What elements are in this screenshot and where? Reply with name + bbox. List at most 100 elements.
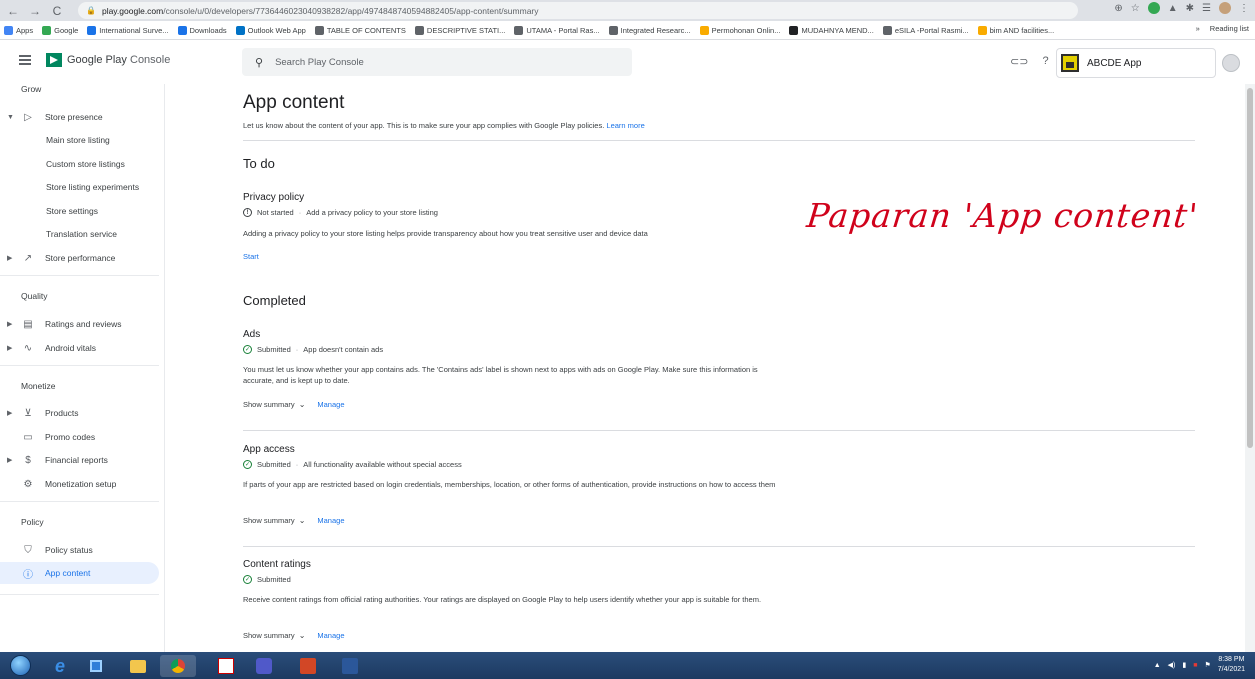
extension-icon[interactable]: ▲ bbox=[1168, 3, 1178, 14]
word-icon[interactable] bbox=[332, 655, 368, 677]
caret-right-icon: ▶ bbox=[7, 410, 13, 417]
bookmark-item[interactable]: Permohonan Onlin... bbox=[699, 25, 780, 35]
manage-link[interactable]: Manage bbox=[317, 631, 344, 640]
sidebar-item-app-content[interactable]: ⓘ App content bbox=[0, 562, 159, 584]
section-grow: Grow bbox=[21, 84, 42, 94]
app-access-actions: Show summary ⌄ Manage bbox=[243, 516, 345, 525]
chevron-down-icon[interactable]: ⌄ bbox=[299, 400, 306, 409]
zoom-icon[interactable]: ⊕ bbox=[1114, 3, 1122, 14]
avatar[interactable] bbox=[1222, 54, 1240, 72]
sidebar-item-store-settings[interactable]: Store settings bbox=[0, 200, 159, 222]
bookmarks-more[interactable]: » bbox=[1196, 24, 1200, 33]
system-tray: ▲ ◀) ▮ ■ ⚑ 8:38 PM 7/4/2021 bbox=[1154, 655, 1245, 675]
sidebar-item-promo-codes[interactable]: ▭ Promo codes bbox=[0, 426, 159, 448]
bookmark-item[interactable]: Outlook Web App bbox=[235, 25, 306, 35]
ie-icon[interactable]: e bbox=[42, 655, 78, 677]
bookmark-item[interactable]: Downloads bbox=[177, 25, 227, 35]
bookmark-icon bbox=[789, 25, 799, 35]
show-summary-button[interactable]: Show summary bbox=[243, 516, 295, 525]
hamburger-menu-icon[interactable] bbox=[19, 55, 31, 65]
chrome-icon[interactable] bbox=[160, 655, 196, 677]
sidebar-item-monetization-setup[interactable]: ⚙ Monetization setup bbox=[0, 473, 159, 495]
scrollbar[interactable] bbox=[1245, 84, 1255, 652]
teams-icon[interactable] bbox=[246, 655, 282, 677]
bookmark-item[interactable]: Integrated Researc... bbox=[608, 25, 691, 35]
page-intro: Let us know about the content of your ap… bbox=[243, 121, 645, 130]
bookmark-item[interactable]: UTAMA - Portal Ras... bbox=[514, 25, 600, 35]
console-title[interactable]: Google Play Console bbox=[67, 54, 170, 66]
help-icon[interactable]: ? bbox=[1042, 55, 1048, 68]
windows-start-icon[interactable] bbox=[10, 655, 31, 676]
grammarly-icon[interactable] bbox=[1147, 2, 1160, 14]
powerpoint-icon[interactable] bbox=[290, 655, 326, 677]
sidebar-item-store-performance[interactable]: ▶ ↗ Store performance bbox=[0, 247, 159, 269]
learn-more-link[interactable]: Learn more bbox=[606, 121, 644, 130]
forward-icon[interactable]: → bbox=[26, 2, 44, 20]
app-access-title: App access bbox=[243, 444, 295, 455]
sidebar-item-label: Products bbox=[45, 408, 79, 418]
bookmark-item[interactable]: International Surve... bbox=[87, 25, 169, 35]
bookmark-item[interactable]: eSILA -Portal Rasmi... bbox=[882, 25, 969, 35]
puzzle-icon[interactable]: ✱ bbox=[1186, 3, 1194, 14]
kebab-menu-icon[interactable]: ⋮ bbox=[1239, 3, 1249, 14]
browser-extensions: ⊕ ☆ ▲ ✱ ☰ ⋮ bbox=[1114, 2, 1249, 14]
scrollbar-thumb[interactable] bbox=[1247, 88, 1253, 448]
clock[interactable]: 8:38 PM 7/4/2021 bbox=[1218, 655, 1245, 675]
volume-icon[interactable]: ◀) bbox=[1168, 661, 1176, 669]
trending-icon: ↗ bbox=[23, 252, 33, 264]
caret-right-icon: ▶ bbox=[7, 457, 13, 464]
content-ratings-desc: Receive content ratings from official ra… bbox=[243, 595, 762, 604]
reload-icon[interactable]: C bbox=[48, 2, 66, 20]
profile-icon[interactable] bbox=[1219, 2, 1231, 14]
bookmark-item[interactable]: MUDAHNYA MEND... bbox=[789, 25, 874, 35]
manage-link[interactable]: Manage bbox=[317, 400, 344, 409]
explorer-icon[interactable] bbox=[120, 655, 156, 677]
menu-list-icon[interactable]: ☰ bbox=[1202, 3, 1211, 14]
manage-link[interactable]: Manage bbox=[317, 516, 344, 525]
tray-arrow-icon[interactable]: ▲ bbox=[1154, 662, 1161, 669]
url-bar[interactable]: 🔒 play.google.com /console/u/0/developer… bbox=[78, 2, 1078, 19]
bookmark-item[interactable]: TABLE OF CONTENTS bbox=[314, 25, 406, 35]
sidebar-item-custom-store-listings[interactable]: Custom store listings bbox=[0, 153, 159, 175]
privacy-policy-desc: Adding a privacy policy to your store li… bbox=[243, 229, 648, 238]
sidebar-item-store-listing-experiments[interactable]: Store listing experiments bbox=[0, 176, 159, 198]
chevron-down-icon[interactable]: ⌄ bbox=[299, 516, 306, 525]
sidebar-item-financial-reports[interactable]: ▶ $ Financial reports bbox=[0, 449, 159, 471]
back-icon[interactable]: ← bbox=[4, 2, 22, 20]
show-summary-button[interactable]: Show summary bbox=[243, 400, 295, 409]
sidebar-item-label: Ratings and reviews bbox=[45, 319, 122, 329]
link-icon[interactable]: ⊂⊃ bbox=[1010, 55, 1028, 68]
content-ratings-status: ✓ Submitted bbox=[243, 575, 291, 584]
app-selector[interactable]: ABCDE App bbox=[1056, 48, 1216, 78]
sidebar-item-policy-status[interactable]: ⛉ Policy status bbox=[0, 539, 159, 561]
bookmark-item[interactable]: Apps bbox=[4, 25, 33, 35]
reading-list-button[interactable]: Reading list bbox=[1210, 24, 1249, 33]
chevron-down-icon[interactable]: ⌄ bbox=[299, 631, 306, 640]
network-icon[interactable]: ▮ bbox=[1182, 661, 1186, 669]
status-label: Submitted bbox=[257, 460, 291, 469]
show-summary-button[interactable]: Show summary bbox=[243, 631, 295, 640]
search-input[interactable]: ⚲ Search Play Console bbox=[242, 48, 632, 76]
sidebar-item-translation-service[interactable]: Translation service bbox=[0, 223, 159, 245]
flag-icon[interactable]: ⚑ bbox=[1204, 661, 1210, 669]
privacy-policy-status: ! Not started · Add a privacy policy to … bbox=[243, 208, 438, 217]
bookmark-item[interactable]: DESCRIPTIVE STATI... bbox=[414, 25, 505, 35]
start-link[interactable]: Start bbox=[243, 252, 259, 261]
bookmark-item[interactable]: Google bbox=[42, 25, 78, 35]
sidebar-item-android-vitals[interactable]: ▶ ∿ Android vitals bbox=[0, 337, 159, 359]
sidebar-item-ratings-reviews[interactable]: ▶ ▤ Ratings and reviews bbox=[0, 313, 159, 335]
url-host: play.google.com bbox=[101, 5, 164, 16]
acrobat-icon[interactable] bbox=[208, 655, 244, 677]
search-placeholder: Search Play Console bbox=[275, 56, 364, 68]
section-quality: Quality bbox=[21, 291, 48, 301]
sidebar-item-label: Android vitals bbox=[45, 343, 97, 353]
security-tray-icon[interactable]: ■ bbox=[1193, 662, 1197, 669]
sidebar-item-main-store-listing[interactable]: Main store listing bbox=[0, 129, 159, 151]
ads-desc: You must let us know whether your app co… bbox=[243, 365, 758, 385]
media-player-icon[interactable] bbox=[78, 655, 114, 677]
star-icon[interactable]: ☆ bbox=[1131, 3, 1140, 14]
check-circle-icon: ✓ bbox=[243, 460, 252, 469]
sidebar-item-store-presence[interactable]: ▼ ▷ Store presence bbox=[0, 106, 159, 128]
sidebar-item-products[interactable]: ▶ ⊻ Products bbox=[0, 402, 159, 424]
bookmark-item[interactable]: bim AND facilities... bbox=[977, 25, 1054, 35]
